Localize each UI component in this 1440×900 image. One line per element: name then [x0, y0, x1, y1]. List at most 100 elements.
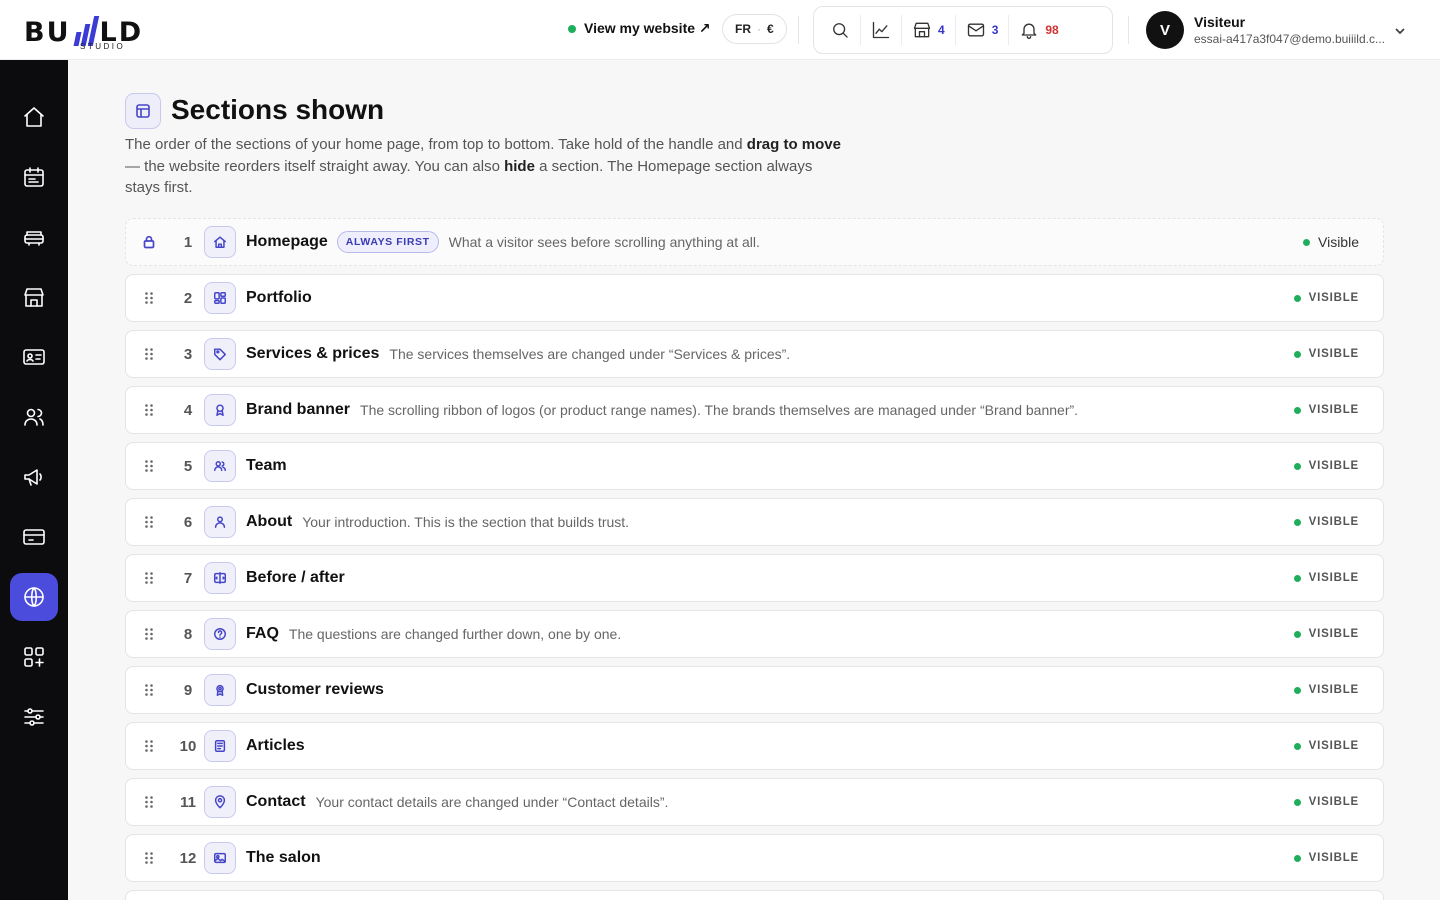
- drag-handle-icon[interactable]: [126, 851, 172, 865]
- drag-handle-icon[interactable]: [126, 347, 172, 361]
- search-button[interactable]: [820, 15, 860, 45]
- home-icon: [24, 107, 44, 127]
- sidebar: [0, 60, 68, 900]
- chevron-down-icon[interactable]: [1394, 24, 1406, 36]
- logo[interactable]: BU LD STUDIO: [24, 7, 184, 53]
- section-row[interactable]: 5 Team VISIBLE: [125, 442, 1384, 490]
- visibility-toggle: Visible: [1303, 234, 1359, 250]
- sidebar-item-apps[interactable]: [10, 633, 58, 681]
- section-row[interactable]: 4 Brand banner The scrolling ribbon of log…: [125, 386, 1384, 434]
- visibility-toggle[interactable]: VISIBLE: [1293, 740, 1359, 752]
- visibility-toggle[interactable]: VISIBLE: [1293, 852, 1359, 864]
- visible-status-dot: [1293, 406, 1301, 414]
- sidebar-item-services[interactable]: [10, 213, 58, 261]
- visibility-label: VISIBLE: [1308, 460, 1359, 472]
- section-row[interactable]: 7 Before / after VISIBLE: [125, 554, 1384, 602]
- visibility-label: VISIBLE: [1308, 516, 1359, 528]
- person-icon: [204, 506, 236, 538]
- sidebar-item-clients[interactable]: [10, 333, 58, 381]
- sidebar-item-shop[interactable]: [10, 273, 58, 321]
- visibility-toggle[interactable]: VISIBLE: [1293, 796, 1359, 808]
- section-description: Your introduction. This is the section t…: [302, 514, 630, 530]
- avatar: V: [1146, 11, 1184, 49]
- sidebar-item-website[interactable]: [10, 573, 58, 621]
- section-row: 1 Homepage ALWAYS FIRST What a visitor sees…: [125, 218, 1384, 266]
- drag-handle-icon[interactable]: [126, 683, 172, 697]
- intro-bold-drag: drag to move: [746, 136, 841, 153]
- notifications-button[interactable]: 98: [1008, 15, 1068, 45]
- section-row[interactable]: 10 Articles VISIBLE: [125, 722, 1384, 770]
- visible-status-dot: [1293, 686, 1301, 694]
- section-number: 12: [179, 849, 197, 867]
- section-number: 11: [180, 793, 196, 811]
- view-website-label: View my website ↗: [584, 20, 711, 36]
- section-row[interactable]: 9 Customer reviews VISIBLE: [125, 666, 1384, 714]
- visibility-label: VISIBLE: [1308, 740, 1359, 752]
- contact-card-icon: [23, 349, 45, 365]
- section-description: The questions are changed further down, …: [288, 626, 622, 642]
- language-currency-selector[interactable]: FR · €: [722, 14, 787, 44]
- section-row[interactable]: 11 Contact Your contact details are change…: [125, 778, 1384, 826]
- section-row[interactable]: 3 Services & prices The services themselve…: [125, 330, 1384, 378]
- section-name: About: [246, 513, 293, 530]
- section-row[interactable]: 6 About Your introduction. This is the sec…: [125, 498, 1384, 546]
- visible-status-dot: [1293, 462, 1301, 470]
- section-row[interactable]: 8 FAQ The questions are changed further do…: [125, 610, 1384, 658]
- sidebar-item-payments[interactable]: [10, 513, 58, 561]
- visibility-toggle[interactable]: VISIBLE: [1293, 628, 1359, 640]
- analytics-button[interactable]: [860, 15, 901, 45]
- drag-handle-icon[interactable]: [126, 571, 172, 585]
- drag-handle-icon[interactable]: [126, 795, 172, 809]
- section-row[interactable]: 2 Portfolio VISIBLE: [125, 274, 1384, 322]
- section-description: The services themselves are changed unde…: [389, 346, 791, 362]
- drag-handle-icon[interactable]: [126, 627, 172, 641]
- visibility-toggle[interactable]: VISIBLE: [1293, 292, 1359, 304]
- visibility-toggle[interactable]: VISIBLE: [1293, 404, 1359, 416]
- visibility-label: Visible: [1318, 234, 1359, 250]
- online-status-dot: [568, 24, 576, 33]
- toolbar: 4 3 98: [813, 6, 1113, 54]
- visibility-toggle[interactable]: VISIBLE: [1293, 684, 1359, 696]
- drag-handle-icon[interactable]: [126, 403, 172, 417]
- sidebar-item-settings[interactable]: [10, 693, 58, 741]
- messages-button[interactable]: 3: [954, 15, 1009, 45]
- sidebar-item-team[interactable]: [10, 393, 58, 441]
- intro-text: The order of the sections of your home p…: [125, 136, 747, 153]
- messages-count: 3: [991, 23, 999, 37]
- drag-handle-icon[interactable]: [126, 515, 172, 529]
- drag-handle-icon[interactable]: [126, 459, 172, 473]
- visible-status-dot: [1293, 574, 1301, 582]
- divider: [798, 16, 799, 44]
- visibility-toggle[interactable]: VISIBLE: [1293, 516, 1359, 528]
- layout-icon: [125, 93, 161, 129]
- section-number: 1: [183, 233, 193, 251]
- compare-icon: [204, 562, 236, 594]
- megaphone-icon: [24, 469, 42, 486]
- section-number: 4: [183, 401, 193, 419]
- visibility-label: VISIBLE: [1308, 348, 1359, 360]
- section-row[interactable]: 12 The salon VISIBLE: [125, 834, 1384, 882]
- visibility-toggle[interactable]: VISIBLE: [1293, 348, 1359, 360]
- award-icon: [204, 394, 236, 426]
- tag-icon: [204, 338, 236, 370]
- article-icon: [204, 730, 236, 762]
- section-row-partial: [125, 890, 1384, 900]
- visibility-toggle[interactable]: VISIBLE: [1293, 572, 1359, 584]
- visibility-toggle[interactable]: VISIBLE: [1293, 460, 1359, 472]
- section-number: 6: [183, 513, 193, 531]
- drag-handle-icon[interactable]: [126, 291, 172, 305]
- section-name: Articles: [246, 737, 305, 754]
- sidebar-item-calendar[interactable]: [10, 153, 58, 201]
- visibility-label: VISIBLE: [1308, 852, 1359, 864]
- user-menu[interactable]: V Visiteur essai-a417a3f047@demo.buiiild…: [1146, 11, 1385, 49]
- sidebar-item-marketing[interactable]: [10, 453, 58, 501]
- intro-bold-hide: hide: [504, 157, 535, 175]
- sidebar-item-home[interactable]: [10, 93, 58, 141]
- section-name: Services & prices: [246, 345, 380, 362]
- section-name: Team: [246, 457, 287, 474]
- drag-handle-icon[interactable]: [126, 739, 172, 753]
- view-website-link[interactable]: View my website ↗: [568, 20, 711, 37]
- search-icon: [833, 23, 848, 38]
- visibility-label: VISIBLE: [1308, 684, 1359, 696]
- shop-button[interactable]: 4: [901, 15, 955, 45]
